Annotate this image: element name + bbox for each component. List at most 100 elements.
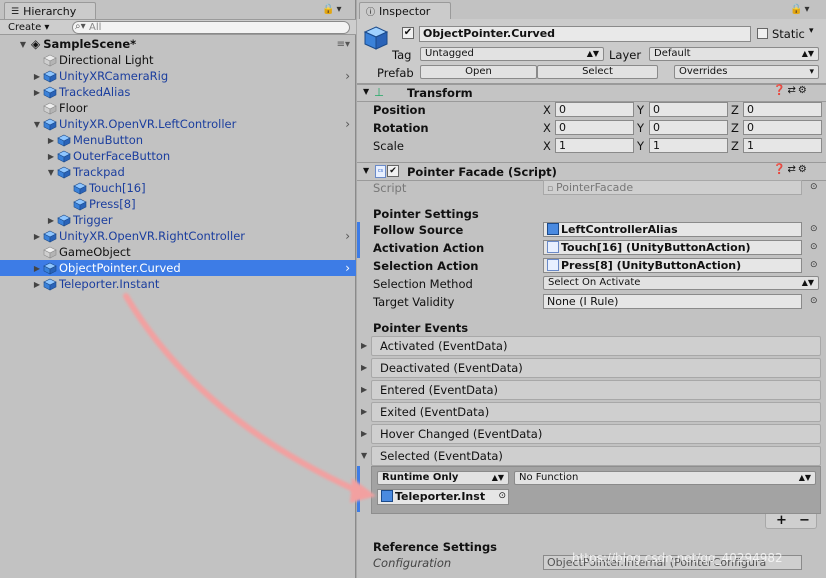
- hierarchy-item-label: Teleporter.Instant: [59, 277, 160, 291]
- chevron-right-icon[interactable]: ›: [345, 229, 350, 243]
- expand-arrow-icon[interactable]: ▶: [361, 363, 367, 372]
- expand-arrow-icon[interactable]: ▼: [46, 168, 56, 177]
- event-row[interactable]: Selected (EventData): [371, 446, 821, 466]
- activation-action-field[interactable]: Touch[16] (UnityButtonAction): [543, 240, 802, 255]
- position-y-field[interactable]: 0: [649, 102, 728, 117]
- object-picker-icon[interactable]: ⊙: [810, 242, 818, 252]
- hierarchy-item[interactable]: ▶ Trigger: [0, 212, 356, 228]
- hierarchy-search-input[interactable]: ⌕▾ All: [72, 21, 350, 34]
- object-name-field[interactable]: ObjectPointer.Curved: [419, 26, 751, 42]
- position-z-field[interactable]: 0: [743, 102, 822, 117]
- static-checkbox[interactable]: [757, 28, 768, 39]
- hierarchy-item[interactable]: ▼ UnityXR.OpenVR.LeftController ›: [0, 116, 356, 132]
- runtime-only-dropdown[interactable]: Runtime Only ▲▼: [377, 471, 509, 485]
- scale-z-field[interactable]: 1: [743, 138, 822, 153]
- active-checkbox[interactable]: ✔: [402, 27, 414, 39]
- inspector-tab[interactable]: ⓘ Inspector: [359, 2, 451, 19]
- prefab-overrides-dropdown[interactable]: Overrides ▾: [674, 65, 819, 79]
- hierarchy-item[interactable]: ▶ ObjectPointer.Curved ›: [0, 260, 356, 276]
- component-enabled-checkbox[interactable]: ✔: [387, 165, 399, 177]
- hierarchy-item[interactable]: ▶ OuterFaceButton: [0, 148, 356, 164]
- scale-y-field[interactable]: 1: [649, 138, 728, 153]
- object-picker-icon[interactable]: ⊙: [810, 260, 818, 270]
- chevron-right-icon[interactable]: ›: [345, 261, 350, 275]
- hierarchy-item[interactable]: ▶ Teleporter.Instant: [0, 276, 356, 292]
- scene-menu-icon[interactable]: ≡▾: [337, 39, 350, 50]
- listener-object-field[interactable]: Teleporter.Inst ⊙: [377, 489, 509, 505]
- expand-arrow-icon[interactable]: ▶: [361, 407, 367, 416]
- object-picker-icon[interactable]: ⊙: [810, 296, 818, 306]
- object-picker-icon[interactable]: ⊙: [810, 224, 818, 234]
- expand-arrow-icon[interactable]: ▶: [361, 385, 367, 394]
- axis-label-y[interactable]: Y: [637, 121, 644, 135]
- add-listener-button[interactable]: +: [776, 513, 787, 528]
- component-menu-icons[interactable]: ❓⇄⚙: [773, 164, 809, 175]
- collapse-arrow-icon[interactable]: ▼: [363, 87, 369, 96]
- rotation-z-field[interactable]: 0: [743, 120, 822, 135]
- hierarchy-item[interactable]: ▶ UnityXRCameraRig ›: [0, 68, 356, 84]
- collapse-arrow-icon[interactable]: ▼: [363, 166, 369, 175]
- collapse-arrow-icon[interactable]: ▼: [361, 451, 367, 460]
- expand-arrow-icon[interactable]: ▼: [32, 120, 42, 129]
- rotation-x-field[interactable]: 0: [555, 120, 634, 135]
- expand-arrow-icon[interactable]: ▶: [46, 136, 56, 145]
- event-row[interactable]: Hover Changed (EventData): [371, 424, 821, 444]
- event-row[interactable]: Deactivated (EventData): [371, 358, 821, 378]
- expand-arrow-icon[interactable]: ▶: [46, 152, 56, 161]
- create-button[interactable]: Create ▾: [4, 21, 53, 34]
- axis-label-y[interactable]: Y: [637, 103, 644, 117]
- axis-label-x[interactable]: X: [543, 103, 551, 117]
- hierarchy-item[interactable]: ▶ MenuButton: [0, 132, 356, 148]
- position-x-field[interactable]: 0: [555, 102, 634, 117]
- object-picker-icon[interactable]: ⊙: [498, 490, 506, 503]
- prefab-select-button[interactable]: Select: [537, 65, 658, 79]
- chevron-right-icon[interactable]: ›: [345, 69, 350, 83]
- selection-action-field[interactable]: Press[8] (UnityButtonAction): [543, 258, 802, 273]
- hierarchy-item[interactable]: ▶ TrackedAlias: [0, 84, 356, 100]
- hierarchy-item[interactable]: Touch[16]: [0, 180, 356, 196]
- expand-arrow-icon[interactable]: ▶: [32, 72, 42, 81]
- hierarchy-item[interactable]: Directional Light: [0, 52, 356, 68]
- hierarchy-item-label: OuterFaceButton: [73, 149, 171, 163]
- hierarchy-item[interactable]: ▼ Trackpad: [0, 164, 356, 180]
- event-row[interactable]: Exited (EventData): [371, 402, 821, 422]
- hierarchy-item[interactable]: GameObject: [0, 244, 356, 260]
- expand-arrow-icon[interactable]: ▶: [32, 88, 42, 97]
- static-dropdown-icon[interactable]: ▾: [809, 26, 814, 36]
- function-dropdown[interactable]: No Function ▲▼: [514, 471, 816, 485]
- tag-dropdown[interactable]: Untagged ▲▼: [420, 47, 604, 61]
- expand-arrow-icon[interactable]: ▶: [32, 280, 42, 289]
- follow-source-field[interactable]: LeftControllerAlias: [543, 222, 802, 237]
- inspector-lock-menu-icon[interactable]: 🔒▾: [790, 4, 811, 15]
- expand-arrow-icon[interactable]: ▼: [18, 40, 28, 49]
- axis-label-x[interactable]: X: [543, 139, 551, 153]
- event-row[interactable]: Activated (EventData): [371, 336, 821, 356]
- selection-method-dropdown[interactable]: Select On Activate ▲▼: [543, 276, 819, 290]
- axis-label-z[interactable]: Z: [731, 103, 739, 117]
- scene-row[interactable]: ▼ ◈ SampleScene* ≡▾: [0, 36, 356, 52]
- target-validity-field[interactable]: None (I Rule): [543, 294, 802, 309]
- hierarchy-item[interactable]: Press[8]: [0, 196, 356, 212]
- hierarchy-item[interactable]: Floor: [0, 100, 356, 116]
- chevron-right-icon[interactable]: ›: [345, 117, 350, 131]
- event-row[interactable]: Entered (EventData): [371, 380, 821, 400]
- expand-arrow-icon[interactable]: ▶: [32, 264, 42, 273]
- prefab-open-button[interactable]: Open: [420, 65, 537, 79]
- hierarchy-tab[interactable]: ☰ Hierarchy: [4, 2, 96, 19]
- layer-dropdown[interactable]: Default ▲▼: [649, 47, 819, 61]
- object-picker-icon[interactable]: ⊙: [810, 182, 818, 192]
- axis-label-x[interactable]: X: [543, 121, 551, 135]
- expand-arrow-icon[interactable]: ▶: [32, 232, 42, 241]
- axis-label-z[interactable]: Z: [731, 121, 739, 135]
- expand-arrow-icon[interactable]: ▶: [46, 216, 56, 225]
- scale-x-field[interactable]: 1: [555, 138, 634, 153]
- axis-label-z[interactable]: Z: [731, 139, 739, 153]
- rotation-y-field[interactable]: 0: [649, 120, 728, 135]
- hierarchy-lock-menu-icon[interactable]: 🔒▾: [322, 4, 343, 15]
- remove-listener-button[interactable]: −: [799, 513, 810, 528]
- hierarchy-item[interactable]: ▶ UnityXR.OpenVR.RightController ›: [0, 228, 356, 244]
- component-menu-icons[interactable]: ❓⇄⚙: [773, 85, 809, 96]
- axis-label-y[interactable]: Y: [637, 139, 644, 153]
- expand-arrow-icon[interactable]: ▶: [361, 341, 367, 350]
- expand-arrow-icon[interactable]: ▶: [361, 429, 367, 438]
